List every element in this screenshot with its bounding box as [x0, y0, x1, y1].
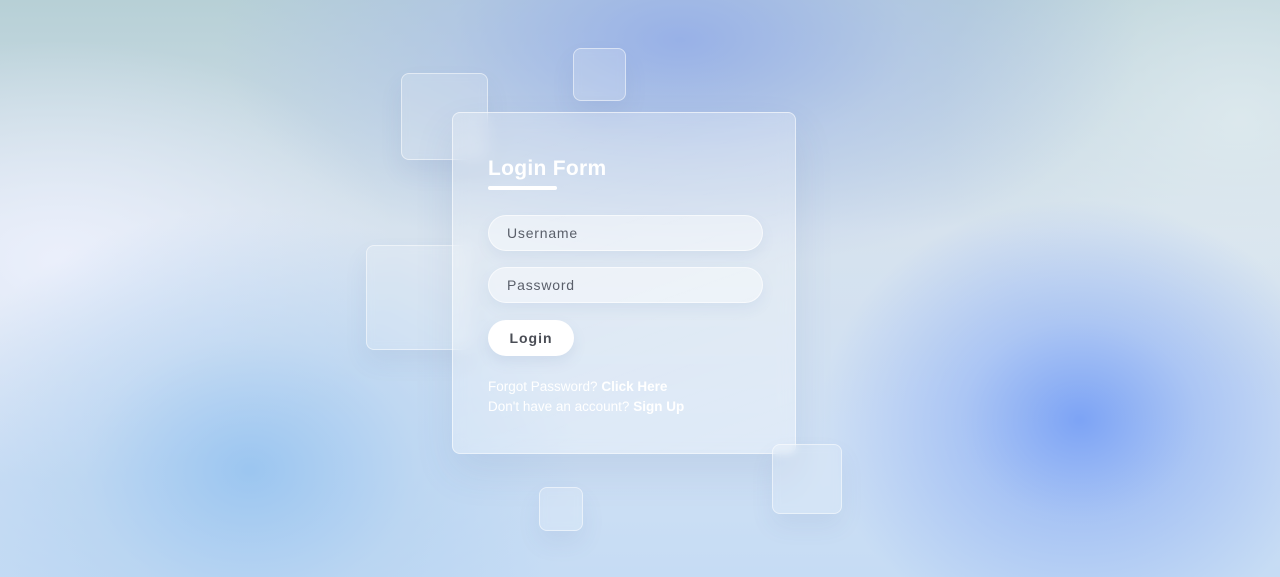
sign-up-link[interactable]: Sign Up — [633, 399, 684, 414]
forgot-password-text: Forgot Password? — [488, 379, 598, 394]
decorative-square — [573, 48, 626, 101]
login-button[interactable]: Login — [488, 320, 574, 356]
decorative-square — [539, 487, 583, 531]
click-here-link[interactable]: Click Here — [601, 379, 667, 394]
auth-links: Forgot Password? Click Here Don't have a… — [488, 377, 760, 417]
signup-text: Don't have an account? — [488, 399, 630, 414]
decorative-square — [772, 444, 842, 514]
form-title: Login Form — [488, 157, 607, 180]
forgot-password-row: Forgot Password? Click Here — [488, 377, 760, 397]
login-card: Login Form Login Forgot Password? Click … — [452, 112, 796, 454]
signup-row: Don't have an account? Sign Up — [488, 397, 760, 417]
title-underline — [488, 186, 557, 190]
password-input[interactable] — [488, 267, 763, 303]
username-input[interactable] — [488, 215, 763, 251]
